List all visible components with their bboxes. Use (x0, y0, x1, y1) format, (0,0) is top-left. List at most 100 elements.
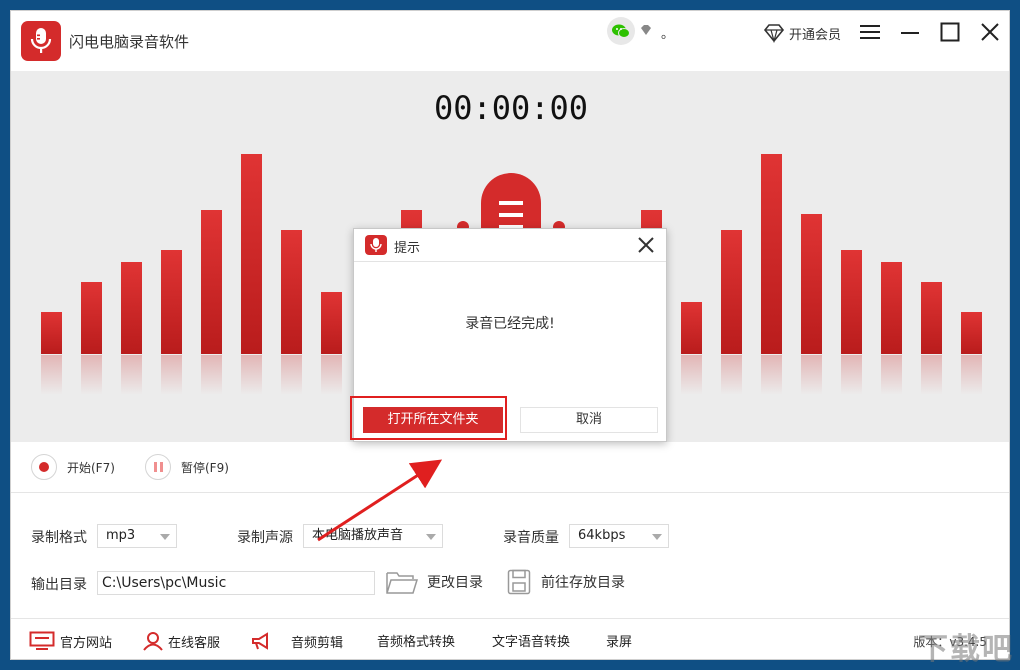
user-icon (143, 632, 163, 651)
level-bar (681, 302, 702, 354)
monitor-icon (29, 631, 55, 650)
support-link[interactable]: 在线客服 (143, 631, 220, 651)
audio-edit-link[interactable]: 音频剪辑 (251, 631, 343, 651)
level-bar-reflection (961, 355, 982, 395)
level-bar (161, 250, 182, 354)
level-bar (921, 282, 942, 354)
format-convert-label: 音频格式转换 (377, 635, 456, 650)
pause-label: 暂停(F9) (181, 460, 229, 475)
start-button[interactable]: 开始(F7) (31, 454, 115, 480)
vip-diamond-icon (763, 24, 785, 43)
open-dir-label: 前往存放目录 (541, 575, 625, 591)
level-bar (81, 282, 102, 354)
dialog-title: 提示 (394, 241, 421, 256)
format-value: mp3 (106, 528, 136, 543)
record-timer: 00:00:00 (433, 89, 589, 127)
save-icon (507, 569, 531, 595)
audio-edit-label: 音频剪辑 (291, 635, 344, 651)
pause-button[interactable]: 暂停(F9) (145, 454, 229, 480)
level-bar (281, 230, 302, 354)
source-value: 本电脑播放声音 (312, 528, 404, 543)
record-icon (31, 454, 57, 480)
record-controls: 开始(F7) 暂停(F9) (11, 442, 1009, 493)
start-label: 开始(F7) (67, 460, 115, 475)
source-select[interactable]: 本电脑播放声音 (303, 524, 443, 548)
highlight-box (350, 396, 507, 440)
quality-value: 64kbps (578, 528, 626, 543)
level-bar (321, 292, 342, 354)
megaphone-icon (252, 632, 268, 650)
vip-button[interactable]: 开通会员 (763, 21, 841, 45)
quality-select[interactable]: 64kbps (569, 524, 669, 548)
level-bar (201, 210, 222, 354)
footer-bar: 官方网站 在线客服 音频剪辑 音频格式转换 文字语音转换 录屏 版本：v3.4.… (11, 618, 1009, 659)
website-label: 官方网站 (60, 635, 113, 651)
minimize-button[interactable] (895, 17, 925, 47)
support-label: 在线客服 (168, 635, 221, 651)
dialog-logo-icon (365, 235, 387, 255)
tts-link[interactable]: 文字语音转换 (492, 631, 570, 650)
level-bar-reflection (681, 355, 702, 395)
level-bar (121, 262, 142, 354)
level-bar-reflection (201, 355, 222, 395)
change-dir-button[interactable]: 更改目录 (385, 569, 483, 595)
tts-label: 文字语音转换 (492, 635, 571, 650)
vip-label: 开通会员 (789, 27, 842, 43)
title-bar: 闪电电脑录音软件 。 开通会员 (11, 11, 1009, 72)
hamburger-menu-icon (860, 25, 880, 39)
level-bar-reflection (721, 355, 742, 395)
level-bar-reflection (161, 355, 182, 395)
level-bar-reflection (41, 355, 62, 395)
dialog-close-button[interactable] (636, 235, 656, 255)
close-button[interactable] (975, 17, 1005, 47)
screen-record-link[interactable]: 录屏 (606, 631, 632, 650)
level-bar-reflection (121, 355, 142, 395)
app-title: 闪电电脑录音软件 (69, 33, 190, 51)
source-label: 录制声源 (237, 530, 293, 546)
chevron-down-icon (426, 534, 436, 540)
level-bar-reflection (881, 355, 902, 395)
level-bar (721, 230, 742, 354)
output-label: 输出目录 (31, 577, 87, 593)
maximize-button[interactable] (935, 17, 965, 47)
level-bar-reflection (921, 355, 942, 395)
format-select[interactable]: mp3 (97, 524, 177, 548)
level-bar-reflection (281, 355, 302, 395)
dialog-header: 提示 (354, 229, 666, 262)
format-convert-link[interactable]: 音频格式转换 (377, 631, 455, 650)
folder-icon (386, 572, 419, 594)
level-bar-reflection (761, 355, 782, 395)
cancel-button[interactable]: 取消 (520, 407, 658, 433)
level-bar (801, 214, 822, 354)
level-bar-reflection (241, 355, 262, 395)
open-dir-button[interactable]: 前往存放目录 (507, 569, 625, 595)
menu-button[interactable] (855, 17, 885, 47)
close-icon (638, 237, 654, 253)
output-path-input[interactable]: C:\Users\pc\Music (97, 571, 375, 595)
user-name-text: 。 (661, 27, 675, 42)
app-logo-icon (21, 21, 61, 61)
minimize-icon (901, 32, 919, 34)
wechat-icon[interactable] (607, 17, 635, 45)
format-label: 录制格式 (31, 530, 87, 546)
website-link[interactable]: 官方网站 (29, 631, 112, 651)
level-bar (841, 250, 862, 354)
close-icon (981, 23, 999, 41)
level-bar-reflection (841, 355, 862, 395)
settings-panel: 录制格式 mp3 录制声源 本电脑播放声音 录音质量 64kbps 输出目录 C… (11, 493, 1009, 617)
watermark-logo: 下载吧 (918, 632, 1014, 667)
level-bar-reflection (81, 355, 102, 395)
chevron-down-icon (160, 534, 170, 540)
level-bar (961, 312, 982, 354)
level-bar (761, 154, 782, 354)
quality-label: 录音质量 (503, 530, 559, 546)
level-bar-reflection (321, 355, 342, 395)
level-bar-reflection (801, 355, 822, 395)
pause-icon (145, 454, 171, 480)
change-dir-label: 更改目录 (427, 575, 483, 591)
screen-record-label: 录屏 (606, 635, 633, 650)
level-bar (881, 262, 902, 354)
maximize-icon (940, 22, 960, 42)
level-bar (241, 154, 262, 354)
dialog-message: 录音已经完成! (465, 316, 555, 332)
